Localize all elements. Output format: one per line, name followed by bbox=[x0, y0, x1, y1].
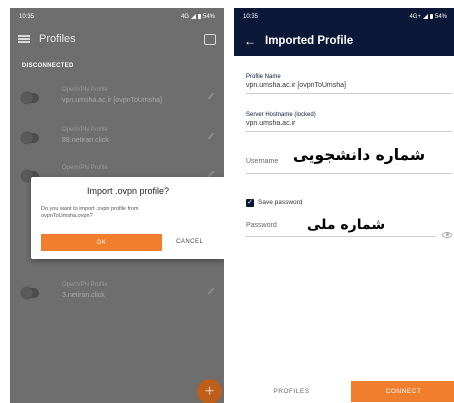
password-field[interactable]: Password bbox=[246, 222, 277, 229]
menu-icon[interactable] bbox=[18, 35, 30, 43]
section-header: DISCONNECTED bbox=[22, 63, 74, 69]
network-label: 4G+ bbox=[409, 13, 421, 20]
import-icon[interactable] bbox=[204, 33, 216, 45]
username-annotation: شماره دانشجویی bbox=[293, 146, 426, 164]
add-icon[interactable]: + bbox=[197, 379, 222, 403]
screenshot-root: 10:35 4G 54% Profiles DISCONNECTED OpenV… bbox=[0, 0, 454, 403]
profile-name-field[interactable]: vpn.umsha.ac.ir [ovpnToUmsha] bbox=[246, 82, 346, 89]
profile-type: OpenVPN Profile bbox=[62, 87, 108, 93]
checkbox-icon[interactable]: ✓ bbox=[246, 199, 254, 207]
dialog-title: Import .ovpn profile? bbox=[86, 186, 170, 196]
eye-icon[interactable] bbox=[442, 232, 452, 238]
back-arrow-icon[interactable]: ← bbox=[244, 35, 256, 47]
server-hostname-value: vpn.umsha.ac.ir bbox=[246, 120, 296, 127]
toggle-icon[interactable] bbox=[21, 287, 39, 299]
divider bbox=[246, 93, 452, 94]
app-bar: Profiles bbox=[10, 25, 224, 53]
battery-icon bbox=[197, 14, 201, 19]
divider bbox=[246, 236, 436, 237]
status-bar: 10:35 4G 54% bbox=[10, 8, 224, 25]
signal-icon bbox=[190, 14, 196, 19]
battery-label: 54% bbox=[202, 13, 215, 20]
profile-name: 3.netiran.click bbox=[62, 292, 105, 299]
app-bar: ← Imported Profile bbox=[234, 25, 454, 56]
page-title: Imported Profile bbox=[265, 34, 354, 47]
signal-icon bbox=[422, 14, 428, 19]
status-time: 10:35 bbox=[243, 13, 259, 20]
ok-button[interactable]: OK bbox=[41, 234, 162, 251]
profile-name-label: Profile Name bbox=[246, 74, 281, 80]
profile-item[interactable]: OpenVPN Profile 3.netiran.click bbox=[10, 280, 224, 310]
server-hostname-label: Server Hostname (locked) bbox=[246, 112, 316, 118]
password-annotation: شماره ملی bbox=[307, 217, 386, 233]
pencil-icon[interactable] bbox=[207, 287, 215, 295]
battery-icon bbox=[429, 14, 433, 19]
divider bbox=[246, 131, 452, 132]
profile-type: OpenVPN Profile bbox=[62, 165, 108, 171]
profile-item[interactable]: OpenVPN Profile 88.netiran.click bbox=[10, 125, 224, 155]
battery-label: 54% bbox=[434, 13, 447, 20]
network-label: 4G bbox=[180, 13, 189, 20]
profile-name: vpn.umsha.ac.ir [ovpnToUmsha] bbox=[62, 97, 162, 104]
profile-item[interactable]: OpenVPN Profile vpn.umsha.ac.ir [ovpnToU… bbox=[10, 85, 224, 115]
profile-type: OpenVPN Profile bbox=[62, 127, 108, 133]
save-password-label[interactable]: Save password bbox=[258, 199, 302, 206]
profiles-screen: 10:35 4G 54% Profiles DISCONNECTED OpenV… bbox=[10, 8, 224, 403]
imported-profile-screen: 10:35 4G+ 54% ← Imported Profile Profile… bbox=[234, 8, 454, 403]
toggle-icon[interactable] bbox=[21, 92, 39, 104]
cancel-button[interactable]: CANCEL bbox=[176, 239, 203, 245]
profiles-button[interactable]: PROFILES bbox=[234, 381, 349, 402]
status-bar: 10:35 4G+ 54% bbox=[234, 8, 454, 25]
status-time: 10:35 bbox=[19, 13, 35, 20]
profile-name: 88.netiran.click bbox=[62, 137, 109, 144]
status-indicators: 4G+ 54% bbox=[409, 14, 447, 20]
username-field[interactable]: Username bbox=[246, 158, 278, 165]
connect-button[interactable]: CONNECT bbox=[351, 381, 454, 402]
dialog-message: Do you want to import .ovpn profile from… bbox=[41, 206, 139, 219]
status-indicators: 4G 54% bbox=[181, 14, 215, 20]
divider bbox=[246, 173, 452, 174]
pencil-icon[interactable] bbox=[207, 132, 215, 140]
page-title: Profiles bbox=[39, 33, 76, 45]
pencil-icon[interactable] bbox=[207, 92, 215, 100]
import-dialog: Import .ovpn profile? Do you want to imp… bbox=[31, 177, 224, 259]
profile-type: OpenVPN Profile bbox=[62, 282, 108, 288]
toggle-icon[interactable] bbox=[21, 132, 39, 144]
